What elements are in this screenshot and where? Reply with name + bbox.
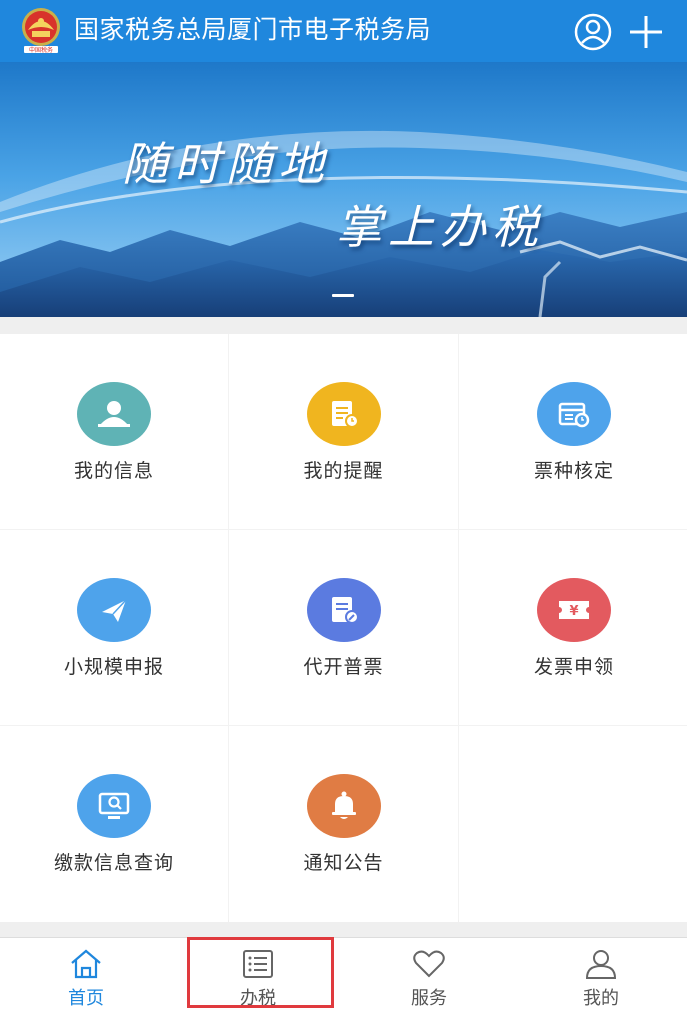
grid-item-invoice-apply[interactable]: ¥ 发票申领 bbox=[459, 530, 687, 725]
grid-item-label: 小规模申报 bbox=[63, 656, 164, 678]
grid-item-issue-invoice[interactable]: 代开普票 bbox=[229, 530, 458, 725]
svg-text:中国税务: 中国税务 bbox=[29, 46, 53, 54]
grid-item-label: 缴款信息查询 bbox=[53, 852, 174, 874]
tax-emblem-logo: 中国税务 bbox=[18, 6, 64, 56]
grid-item-label: 我的提醒 bbox=[303, 460, 384, 482]
svg-text:¥: ¥ bbox=[569, 604, 578, 619]
service-grid: 我的信息 我的提醒 票种核定 小规模申报 代开普票 ¥ 发票申领 缴款信息查询 … bbox=[0, 334, 687, 922]
grid-item-label: 代开普票 bbox=[303, 656, 384, 678]
promo-banner[interactable]: 随时随地 掌上办税 bbox=[0, 62, 687, 317]
carousel-indicator bbox=[332, 294, 354, 297]
bell-icon bbox=[306, 774, 381, 838]
yen-ticket-icon: ¥ bbox=[537, 578, 611, 642]
banner-slogan-line2: 掌上办税 bbox=[336, 200, 544, 254]
page-title: 国家税务总局厦门市电子税务局 bbox=[74, 15, 432, 44]
banner-slogan-line1: 随时随地 bbox=[122, 137, 330, 191]
grid-item-label: 通知公告 bbox=[303, 852, 384, 874]
heart-icon bbox=[413, 950, 445, 978]
grid-item-notice[interactable]: 通知公告 bbox=[229, 726, 458, 922]
grid-item-label: 发票申领 bbox=[533, 656, 614, 678]
grid-item-small-scale-declare[interactable]: 小规模申报 bbox=[0, 530, 228, 725]
nav-tax[interactable]: 办税 bbox=[188, 938, 328, 1016]
grid-item-my-reminder[interactable]: 我的提醒 bbox=[229, 334, 458, 529]
plus-icon bbox=[630, 16, 662, 48]
reminder-doc-icon bbox=[306, 382, 381, 446]
list-icon bbox=[243, 950, 273, 978]
nav-home[interactable]: 首页 bbox=[16, 938, 156, 1016]
grid-item-my-info[interactable]: 我的信息 bbox=[0, 334, 228, 529]
grid-item-ticket-verify[interactable]: 票种核定 bbox=[459, 334, 687, 529]
paper-plane-icon bbox=[77, 578, 151, 642]
home-icon bbox=[71, 949, 101, 979]
bottom-nav: 首页 办税 服务 我的 bbox=[0, 937, 687, 1016]
add-button[interactable] bbox=[626, 12, 666, 52]
user-circle-icon bbox=[574, 13, 612, 51]
grid-empty-cell bbox=[459, 726, 687, 922]
calendar-ticket-icon bbox=[537, 382, 611, 446]
person-icon bbox=[585, 950, 617, 979]
nav-label: 我的 bbox=[583, 988, 619, 1009]
nav-label: 服务 bbox=[411, 988, 447, 1009]
nav-label: 首页 bbox=[68, 988, 104, 1009]
user-card-icon bbox=[77, 382, 151, 446]
nav-service[interactable]: 服务 bbox=[359, 938, 499, 1016]
great-wall-landscape-image bbox=[0, 62, 687, 317]
nav-label: 办税 bbox=[240, 988, 276, 1009]
grid-item-label: 票种核定 bbox=[533, 460, 614, 482]
monitor-search-icon bbox=[77, 774, 151, 838]
app-header: 中国税务 国家税务总局厦门市电子税务局 bbox=[0, 0, 687, 62]
account-button[interactable] bbox=[573, 12, 613, 52]
nav-mine[interactable]: 我的 bbox=[531, 938, 671, 1016]
grid-item-label: 我的信息 bbox=[73, 460, 154, 482]
edit-doc-icon bbox=[306, 578, 381, 642]
grid-item-payment-query[interactable]: 缴款信息查询 bbox=[0, 726, 228, 922]
